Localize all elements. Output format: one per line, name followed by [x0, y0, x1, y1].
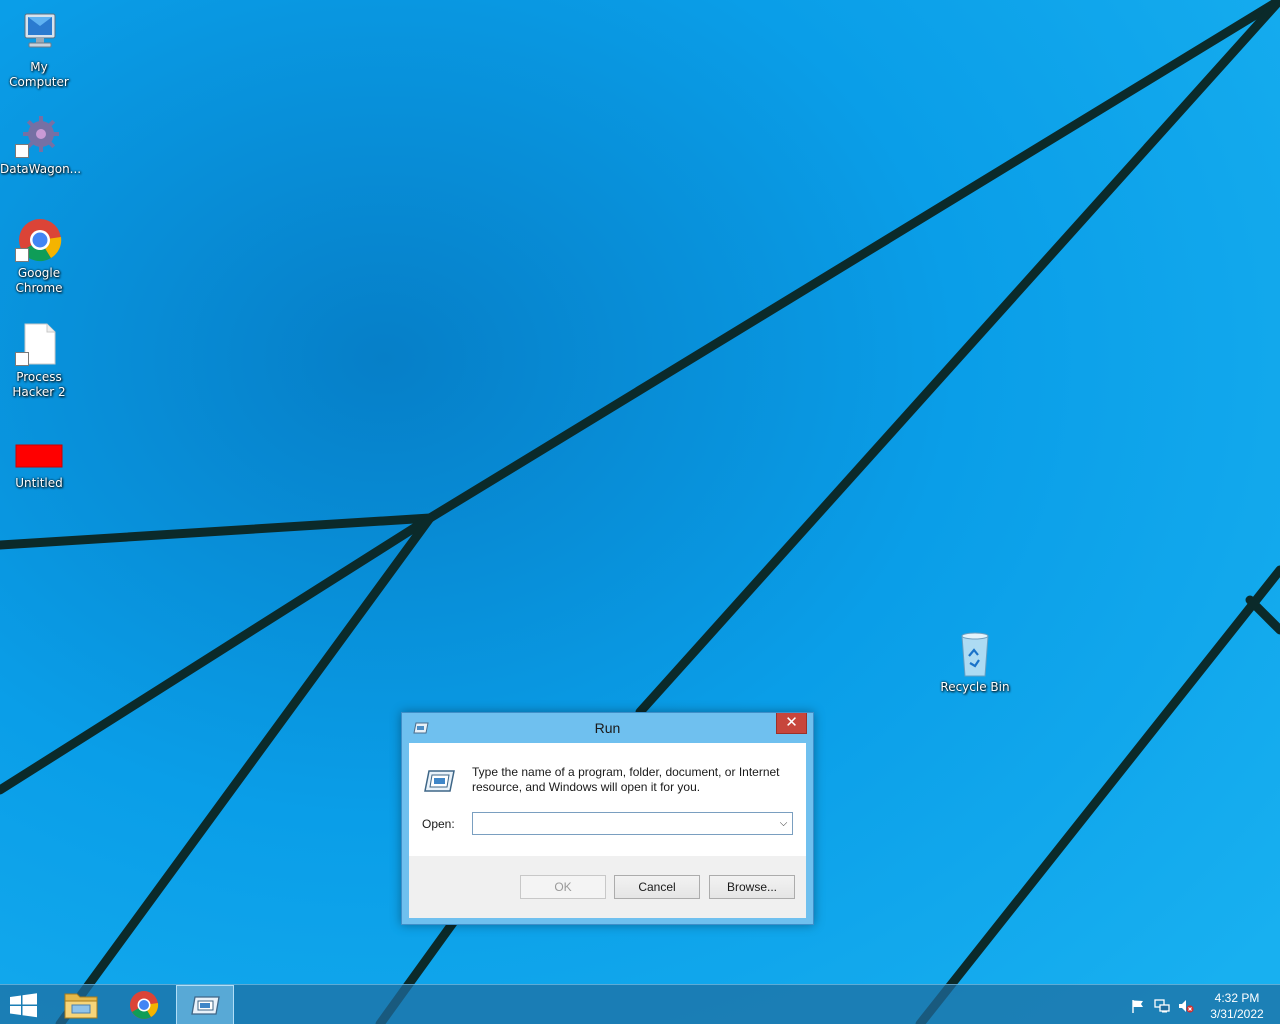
desktop-icon-label: Process — [16, 370, 62, 384]
recycle-bin-icon — [951, 630, 999, 678]
red-image-icon — [15, 432, 63, 480]
run-dialog-body: Type the name of a program, folder, docu… — [409, 743, 806, 918]
desktop-icon-label: My — [30, 60, 48, 74]
run-description: Type the name of a program, folder, docu… — [472, 765, 802, 795]
taskbar: 4:32 PM 3/31/2022 — [0, 984, 1280, 1024]
desktop-icon-label: Recycle Bin — [940, 680, 1010, 694]
gear-icon — [15, 112, 63, 160]
description-line: Type the name of a program, folder, docu… — [472, 765, 780, 779]
desktop-icon-my-computer[interactable]: My Computer — [0, 10, 78, 90]
run-icon — [191, 996, 220, 1015]
open-input[interactable] — [473, 813, 773, 834]
run-dialog: Run ✕ Type the name of a program, folder… — [401, 712, 814, 925]
taskbar-file-explorer[interactable] — [52, 985, 110, 1024]
desktop-icon-process-hacker[interactable]: Process Hacker 2 — [0, 320, 78, 400]
run-titlebar[interactable]: Run ✕ — [402, 713, 813, 743]
description-line: resource, and Windows will open it for y… — [472, 780, 701, 794]
taskbar-chrome[interactable] — [115, 985, 173, 1024]
clock-date: 3/31/2022 — [1210, 1007, 1264, 1021]
ok-button[interactable]: OK — [520, 875, 606, 899]
start-icon — [10, 993, 37, 1018]
volume-muted-icon[interactable] — [1178, 998, 1194, 1014]
desktop-icon-label: DataWagon... — [0, 162, 82, 176]
desktop-icon-recycle-bin[interactable]: Recycle Bin — [936, 630, 1014, 695]
browse-button[interactable]: Browse... — [709, 875, 795, 899]
flag-icon[interactable] — [1130, 998, 1146, 1014]
run-icon — [422, 768, 456, 794]
document-icon — [15, 320, 63, 368]
desktop-icon-datawagon[interactable]: DataWagon... — [0, 112, 82, 177]
file-explorer-icon — [64, 993, 98, 1019]
close-button[interactable]: ✕ — [776, 713, 807, 734]
shortcut-arrow-icon — [15, 248, 29, 262]
taskbar-run[interactable] — [176, 985, 234, 1024]
chrome-icon — [15, 216, 63, 264]
open-label: Open: — [422, 817, 455, 831]
chevron-down-icon[interactable]: ⌵ — [775, 813, 792, 834]
computer-icon — [15, 10, 63, 58]
desktop-icon-google-chrome[interactable]: Google Chrome — [0, 216, 78, 296]
clock-time: 4:32 PM — [1214, 991, 1260, 1005]
desktop-icon-label: Computer — [9, 75, 69, 89]
desktop-icon-untitled[interactable]: Untitled — [0, 432, 78, 491]
desktop-icon-label: Google — [17, 266, 61, 280]
dialog-title: Run — [594, 720, 621, 736]
desktop-icon-label: Hacker 2 — [12, 385, 66, 399]
network-icon[interactable] — [1154, 998, 1170, 1014]
cancel-button[interactable]: Cancel — [614, 875, 700, 899]
start-button[interactable] — [0, 985, 58, 1024]
chrome-icon — [130, 991, 159, 1019]
clock[interactable]: 4:32 PM 3/31/2022 — [1196, 990, 1278, 1022]
desktop-icon-label: Chrome — [15, 281, 63, 295]
shortcut-arrow-icon — [15, 352, 29, 366]
shortcut-arrow-icon — [15, 144, 29, 158]
open-combobox[interactable]: ⌵ — [472, 812, 793, 835]
